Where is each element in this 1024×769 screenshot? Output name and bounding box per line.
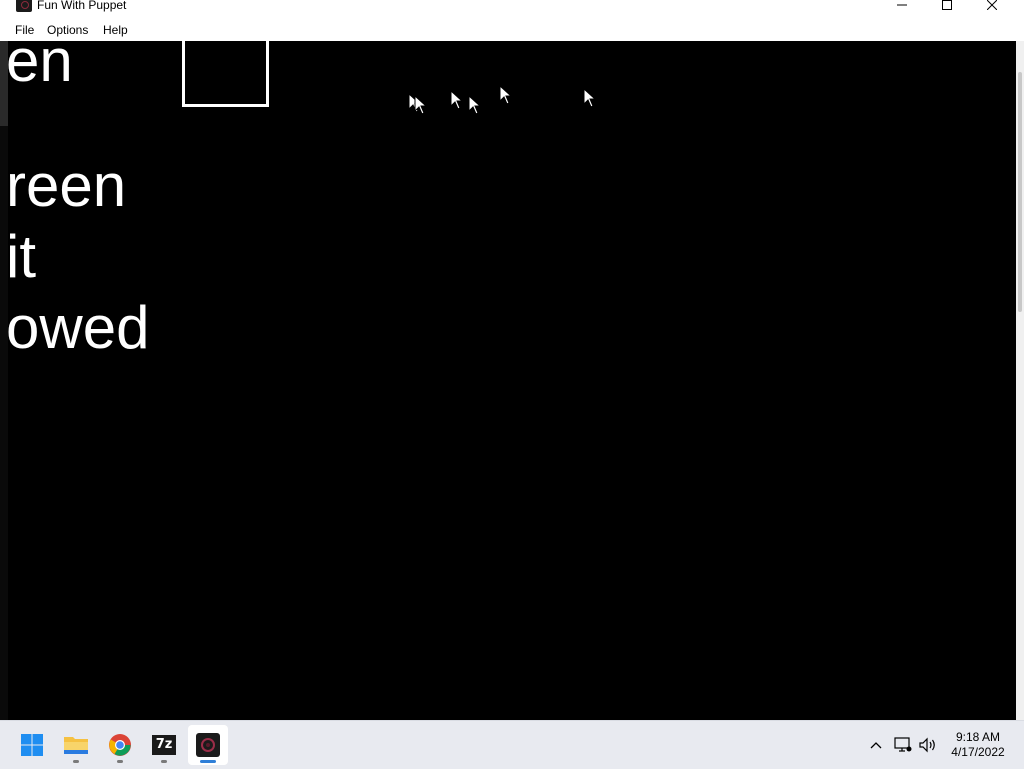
canvas-text-line-4: owed	[6, 294, 150, 361]
network-icon	[894, 737, 912, 752]
window-title: Fun With Puppet	[37, 0, 127, 12]
volume-button[interactable]	[918, 735, 938, 755]
outline-box-gap	[258, 41, 264, 59]
puppet-canvas[interactable]: en reen it owed	[0, 41, 1016, 720]
cursor-icon	[468, 95, 482, 115]
cursor-icon	[499, 85, 513, 105]
menu-options[interactable]: Options	[47, 23, 88, 37]
outline-box	[182, 41, 269, 107]
menu-bar: File Options Help	[0, 18, 1024, 41]
close-icon	[987, 0, 997, 10]
running-indicator	[117, 760, 123, 763]
volume-icon	[919, 737, 935, 753]
puppet-app-icon	[16, 0, 32, 12]
puppet-app-icon	[196, 733, 220, 757]
title-bar[interactable]: Fun With Puppet	[0, 0, 1024, 14]
menu-help[interactable]: Help	[103, 23, 128, 37]
start-button[interactable]	[12, 725, 52, 765]
cursor-icon	[450, 90, 464, 110]
canvas-text-line-2: reen	[6, 152, 127, 219]
active-indicator	[200, 760, 216, 763]
7zip-icon: 7z	[152, 735, 176, 755]
chevron-up-icon	[870, 742, 882, 749]
cursor-icon	[583, 88, 597, 108]
maximize-icon	[942, 0, 952, 10]
menu-file[interactable]: File	[15, 23, 34, 37]
running-indicator	[73, 760, 79, 763]
canvas-text-line-3: it	[6, 223, 36, 290]
start-icon	[21, 734, 43, 756]
minimize-icon	[897, 4, 907, 6]
canvas-left-edge	[0, 41, 8, 720]
taskbar-puppet-app[interactable]	[188, 725, 228, 765]
file-explorer-icon	[64, 737, 88, 754]
clock-date: 4/17/2022	[951, 745, 1005, 759]
taskbar-file-explorer[interactable]	[56, 725, 96, 765]
canvas-text-line-1: en	[6, 41, 73, 94]
scrollbar-thumb[interactable]	[1018, 72, 1022, 312]
cursor-icon	[414, 95, 428, 115]
clock-time: 9:18 AM	[955, 730, 1001, 744]
system-clock[interactable]: 9:18 AM 4/17/2022	[944, 730, 1012, 760]
close-button[interactable]	[970, 0, 1014, 14]
chrome-icon	[109, 734, 131, 756]
show-hidden-icons-button[interactable]	[866, 735, 886, 755]
taskbar-chrome[interactable]	[100, 725, 140, 765]
minimize-button[interactable]	[880, 0, 924, 14]
network-button[interactable]	[893, 735, 913, 755]
taskbar-7zip[interactable]: 7z	[144, 725, 184, 765]
taskbar: 7z 9:18 AM 4/17/2022	[0, 720, 1024, 769]
running-indicator	[161, 760, 167, 763]
maximize-button[interactable]	[925, 0, 969, 14]
